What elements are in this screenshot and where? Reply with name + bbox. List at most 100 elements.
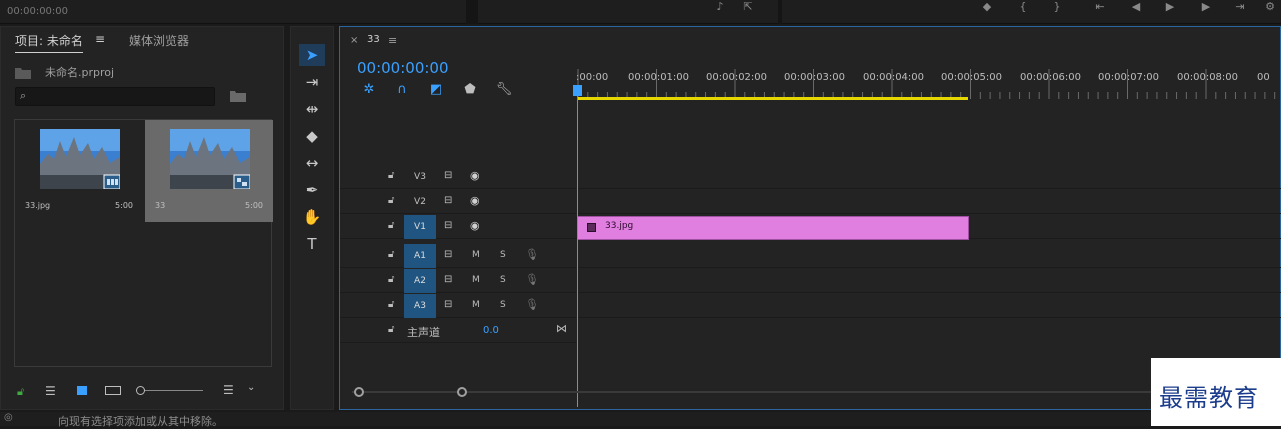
zoom-slider[interactable] <box>137 390 203 391</box>
solo-button[interactable]: S <box>500 250 506 260</box>
playhead-handle[interactable] <box>573 85 582 96</box>
zoom-slider-knob[interactable] <box>136 386 145 395</box>
selection-tool-icon[interactable]: ➤ <box>299 44 325 66</box>
ruler-label: 00:00:01:00 <box>628 72 690 83</box>
eye-icon[interactable]: ◉ <box>470 169 480 182</box>
lock-icon[interactable]: 🔓︎ <box>388 249 394 260</box>
clip-name: 33 <box>155 201 166 210</box>
track-label[interactable]: V1 <box>404 215 436 239</box>
mute-button[interactable]: M <box>472 275 480 285</box>
eye-icon[interactable]: ◉ <box>470 219 480 232</box>
sync-lock-icon[interactable]: ⊟ <box>444 274 452 285</box>
mark-in-icon[interactable]: { <box>1016 0 1030 14</box>
marker-icon[interactable]: ◆ <box>980 0 994 14</box>
track-lane-a3[interactable] <box>577 294 1281 318</box>
track-label[interactable]: A2 <box>404 269 436 293</box>
track-label[interactable]: V2 <box>404 190 436 214</box>
tools-panel: ➤ ⇥ ⇹ ◆ ↔ ✒ ✋ T <box>290 26 334 410</box>
new-bin-icon[interactable] <box>230 89 246 102</box>
mic-icon[interactable]: 🎙︎ <box>525 248 539 261</box>
clip-item[interactable]: 33.jpg 5:00 <box>15 120 143 222</box>
nest-icon[interactable]: ✲ <box>360 82 378 98</box>
status-text: 向现有选择项添加或从其中移除。 <box>58 415 223 428</box>
mark-out-icon[interactable]: } <box>1050 0 1064 14</box>
project-tabs: 项目: 未命名 ≡ 媒体浏览器 <box>1 27 285 53</box>
sequence-menu-icon[interactable]: ≡ <box>388 34 397 47</box>
track-lane-a2[interactable] <box>577 269 1281 293</box>
add-marker-icon[interactable]: ⬟ <box>461 82 479 98</box>
sequence-tab[interactable]: 33 <box>367 34 380 45</box>
scroll-handle-right[interactable] <box>457 387 467 397</box>
go-to-out-icon[interactable]: ⇥ <box>1232 0 1248 14</box>
play-icon[interactable]: ▶ <box>1162 0 1178 14</box>
icon-view-icon[interactable] <box>77 386 87 395</box>
list-view-icon[interactable]: ☰ <box>45 384 56 398</box>
ruler-label: 00:00:05:00 <box>941 72 1003 83</box>
tracks-area[interactable] <box>577 165 1281 345</box>
master-volume-value[interactable]: 0.0 <box>483 325 499 336</box>
sort-icon[interactable]: ☰ <box>223 383 234 397</box>
hand-tool-icon[interactable]: ✋ <box>299 206 325 228</box>
step-back-icon[interactable]: ◀ <box>1128 0 1144 14</box>
tab-menu-icon[interactable]: ≡ <box>95 32 105 46</box>
tab-media-browser[interactable]: 媒体浏览器 <box>129 32 189 49</box>
freeform-view-icon[interactable] <box>105 386 121 395</box>
lock-icon[interactable]: 🔓︎ <box>388 170 394 181</box>
audio-icon[interactable]: ♪ <box>712 0 728 14</box>
lock-icon[interactable]: 🔓︎ <box>388 274 394 285</box>
solo-button[interactable]: S <box>500 275 506 285</box>
track-label[interactable]: V3 <box>404 165 436 189</box>
step-forward-icon[interactable]: ▶ <box>1198 0 1214 14</box>
sync-lock-icon[interactable]: ⊟ <box>444 170 452 181</box>
mic-icon[interactable]: 🎙︎ <box>525 298 539 311</box>
mic-icon[interactable]: 🎙︎ <box>525 273 539 286</box>
slip-tool-icon[interactable]: ↔ <box>299 152 325 174</box>
lock-icon[interactable]: 🔓︎ <box>388 324 394 335</box>
lock-icon[interactable]: 🔓︎ <box>388 195 394 206</box>
mute-button[interactable]: M <box>472 250 480 260</box>
track-select-tool-icon[interactable]: ⇥ <box>299 71 325 93</box>
clip-duration: 5:00 <box>245 201 263 210</box>
export-frame-icon[interactable]: ⇱ <box>740 0 756 14</box>
tab-project[interactable]: 项目: 未命名 <box>15 32 83 53</box>
track-lane-v2[interactable] <box>577 190 1281 214</box>
chevron-down-icon[interactable]: ⌄ <box>247 382 255 393</box>
go-to-end-icon[interactable]: ⋈ <box>556 322 567 335</box>
track-lane-a1[interactable] <box>577 244 1281 268</box>
track-label[interactable]: A3 <box>404 294 436 318</box>
time-ruler[interactable]: :00:00 00:00:01:00 00:00:02:00 00:00:03:… <box>576 67 1281 99</box>
mute-button[interactable]: M <box>472 300 480 310</box>
type-tool-icon[interactable]: T <box>299 233 325 255</box>
sync-lock-icon[interactable]: ⊟ <box>444 195 452 206</box>
clip-item-selected[interactable]: 33 5:00 <box>145 120 273 222</box>
ripple-edit-tool-icon[interactable]: ⇹ <box>299 98 325 120</box>
wrench-icon[interactable]: 🔧︎ <box>495 82 513 98</box>
timeline-clip[interactable]: 33.jpg <box>577 216 969 240</box>
playhead[interactable] <box>577 87 578 407</box>
linked-selection-icon[interactable]: ◩ <box>427 82 445 98</box>
track-lane-v3[interactable] <box>577 165 1281 189</box>
work-area-bar[interactable] <box>577 97 968 100</box>
go-to-in-icon[interactable]: ⇤ <box>1092 0 1108 14</box>
scroll-handle-left[interactable] <box>354 387 364 397</box>
lock-icon[interactable]: 🔓︎ <box>388 299 394 310</box>
timeline-scrollbar[interactable] <box>352 385 1281 399</box>
lock-icon[interactable]: 🔓︎ <box>388 220 394 231</box>
settings-icon[interactable]: ⚙ <box>1262 0 1278 14</box>
snap-icon[interactable]: ∩ <box>393 82 411 98</box>
pen-tool-icon[interactable]: ✒ <box>299 179 325 201</box>
lock-icon[interactable]: 🔓︎ <box>17 385 24 399</box>
close-icon[interactable]: × <box>350 35 358 46</box>
razor-tool-icon[interactable]: ◆ <box>299 125 325 147</box>
watermark-logo: 最需教育 <box>1151 358 1281 426</box>
sync-lock-icon[interactable]: ⊟ <box>444 220 452 231</box>
eye-icon[interactable]: ◉ <box>470 194 480 207</box>
sync-lock-icon[interactable]: ⊟ <box>444 249 452 260</box>
ruler-label: :00:00 <box>576 72 609 83</box>
playhead-timecode[interactable]: 00:00:00:00 <box>357 59 449 77</box>
sync-lock-icon[interactable]: ⊟ <box>444 299 452 310</box>
source-timecode: 00:00:00:00 <box>7 6 69 17</box>
solo-button[interactable]: S <box>500 300 506 310</box>
search-input[interactable] <box>15 87 215 106</box>
track-label[interactable]: A1 <box>404 244 436 268</box>
